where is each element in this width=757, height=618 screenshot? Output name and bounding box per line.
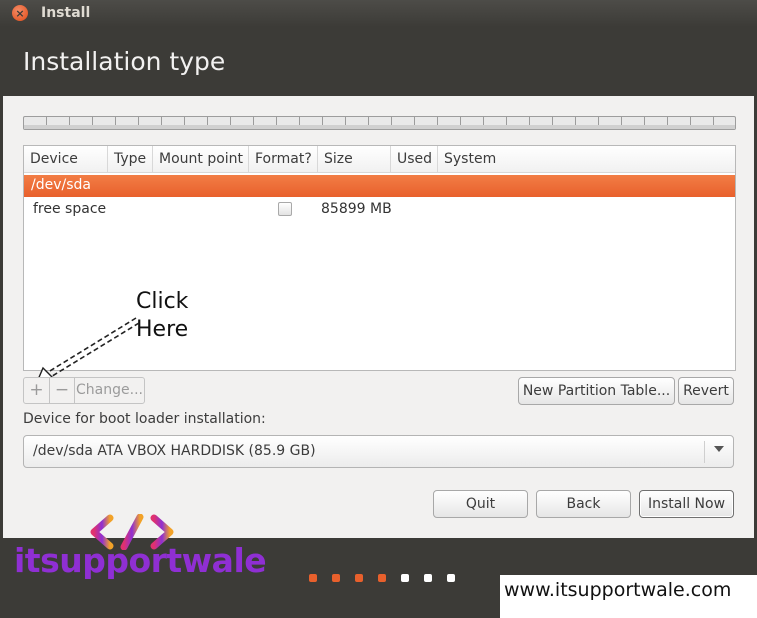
progress-dot: [424, 574, 432, 582]
main-content: Device Type Mount point Format? Size Use…: [3, 96, 754, 538]
add-partition-button[interactable]: +: [24, 378, 50, 403]
boot-loader-select[interactable]: /dev/sda ATA VBOX HARDDISK (85.9 GB): [23, 435, 734, 468]
remove-partition-button[interactable]: −: [50, 378, 75, 403]
progress-dot: [332, 574, 340, 582]
column-header-device[interactable]: Device: [24, 146, 108, 172]
website-url: www.itsupportwale.com: [504, 579, 732, 601]
progress-dot: [447, 574, 455, 582]
page-title: Installation type: [23, 47, 226, 76]
table-row-selected[interactable]: /dev/sda: [24, 175, 735, 197]
format-checkbox[interactable]: [278, 202, 292, 216]
new-partition-table-button[interactable]: New Partition Table...: [518, 377, 675, 405]
column-header-format[interactable]: Format?: [249, 146, 318, 172]
disk-partition-bar: [23, 116, 736, 130]
window-title: Install: [41, 5, 91, 21]
table-row[interactable]: free space 85899 MB: [24, 198, 735, 220]
brand-logo-text: itsupportwale: [14, 541, 267, 580]
column-header-type[interactable]: Type: [108, 146, 153, 172]
table-header: Device Type Mount point Format? Size Use…: [24, 146, 735, 173]
quit-button[interactable]: Quit: [433, 490, 528, 518]
column-header-mount-point[interactable]: Mount point: [153, 146, 249, 172]
back-button[interactable]: Back: [536, 490, 631, 518]
progress-dot: [378, 574, 386, 582]
row-size: 85899 MB: [321, 201, 392, 217]
revert-button[interactable]: Revert: [678, 377, 734, 405]
row-device: free space: [33, 201, 107, 217]
progress-dot: [309, 574, 317, 582]
install-now-button[interactable]: Install Now: [639, 490, 734, 518]
select-separator: [704, 441, 705, 463]
boot-loader-label: Device for boot loader installation:: [23, 411, 266, 427]
column-header-system[interactable]: System: [438, 146, 735, 172]
annotation-arrow-icon: [35, 317, 140, 384]
progress-dot: [401, 574, 409, 582]
click-here-annotation: Click Here: [136, 289, 189, 342]
boot-loader-selected-value: /dev/sda ATA VBOX HARDDISK (85.9 GB): [33, 443, 316, 459]
partition-toolbar: + − Change...: [23, 377, 145, 404]
close-icon[interactable]: ×: [12, 5, 28, 21]
progress-dot: [355, 574, 363, 582]
chevron-down-icon[interactable]: [714, 446, 724, 452]
page-header: Installation type: [2, 27, 755, 96]
row-device: /dev/sda: [31, 177, 91, 193]
change-partition-button[interactable]: Change...: [75, 378, 144, 403]
column-header-size[interactable]: Size: [318, 146, 391, 172]
column-header-used[interactable]: Used: [391, 146, 438, 172]
window-titlebar: × Install: [0, 0, 757, 27]
